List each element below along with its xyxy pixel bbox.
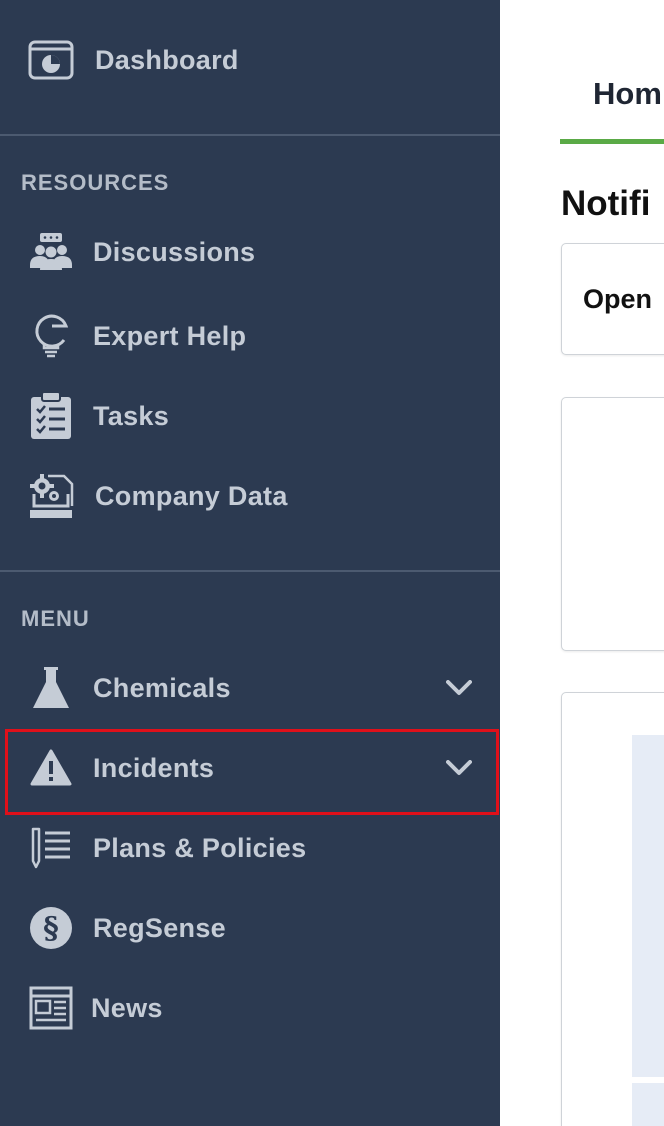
table-card [561,692,664,1126]
chevron-down-icon[interactable] [444,753,474,783]
open-card-label: Open [583,284,653,314]
menu-header: MENU [21,606,90,631]
sidebar-item-discussions[interactable]: Discussions [0,220,500,284]
sidebar-item-plans-policies[interactable]: Plans & Policies [0,816,500,880]
sidebar-item-regsense[interactable]: § RegSense [0,896,500,960]
tab-home[interactable]: Hom [560,62,664,144]
tab-label: Hom [593,76,662,111]
sidebar-item-label: Expert Help [93,320,247,351]
flask-icon [28,665,74,711]
sidebar: Dashboard RESOURCES Discussions Expert H… [0,0,500,1126]
sidebar-item-expert-help[interactable]: Expert Help [0,304,500,368]
company-data-icon [28,473,74,519]
chevron-down-icon[interactable] [444,673,474,703]
section-sign-icon: § [28,905,74,951]
tab-active-indicator [560,139,664,144]
expert-help-icon [28,313,74,359]
sidebar-item-label: Dashboard [95,44,239,75]
newspaper-icon [28,985,74,1031]
sidebar-item-label: News [91,992,163,1023]
sidebar-item-label: Tasks [93,400,170,431]
plans-policies-icon [28,825,74,871]
notifications-title: Notifi [561,184,651,223]
open-card[interactable]: Open [561,243,664,355]
dashboard-icon [28,37,74,83]
sidebar-item-chemicals[interactable]: Chemicals [0,656,500,720]
warning-icon [28,745,74,791]
sidebar-divider [0,134,500,136]
sidebar-item-label: Company Data [95,480,288,511]
resources-header: RESOURCES [21,170,170,195]
sidebar-item-label: RegSense [93,912,226,943]
sidebar-item-company-data[interactable]: Company Data [0,464,500,528]
tasks-icon [28,391,74,439]
sidebar-divider [0,570,500,572]
discussions-icon [28,229,74,275]
table-row [632,1083,664,1126]
sidebar-item-news[interactable]: News [0,976,500,1040]
table-body [632,735,664,1077]
main-content: Hom Notifi Open [500,0,664,1126]
notification-card [561,397,664,651]
sidebar-item-label: Incidents [93,752,215,783]
sidebar-item-label: Plans & Policies [93,832,307,863]
sidebar-item-label: Discussions [93,236,256,267]
sidebar-item-incidents[interactable]: Incidents [0,736,500,800]
sidebar-item-dashboard[interactable]: Dashboard [0,28,500,92]
sidebar-item-tasks[interactable]: Tasks [0,384,500,448]
svg-text:§: § [43,911,59,946]
sidebar-item-label: Chemicals [93,672,231,703]
